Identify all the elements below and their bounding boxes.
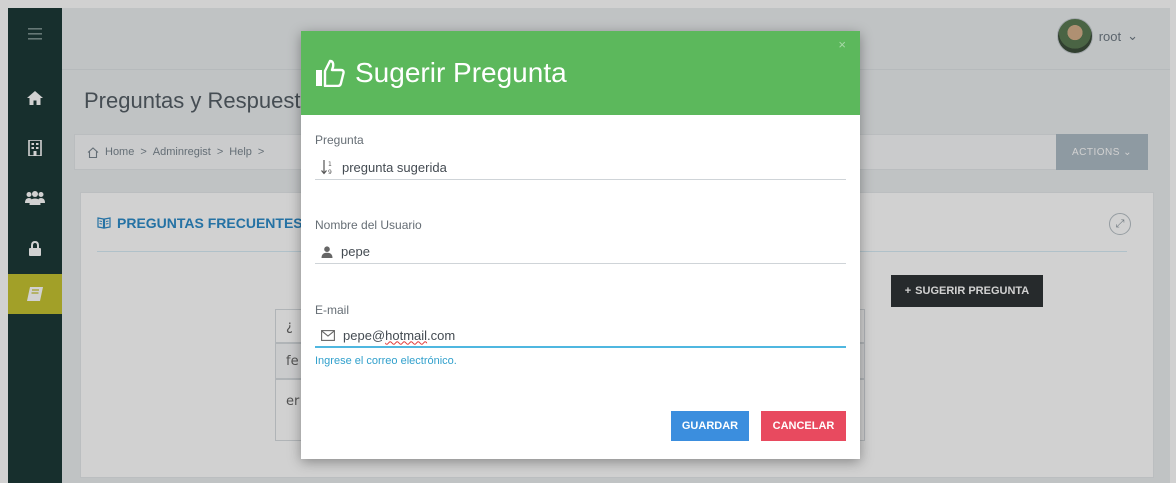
svg-text:1: 1: [328, 161, 332, 168]
email-value-user: pepe@: [343, 327, 386, 343]
thumbs-up-icon: [316, 59, 345, 87]
envelope-icon: [321, 329, 335, 341]
sort-numeric-icon: 19: [321, 160, 332, 175]
modal-title: Sugerir Pregunta: [355, 57, 567, 88]
save-button[interactable]: GUARDAR: [671, 411, 749, 441]
email-value-tld: .com: [427, 327, 456, 343]
question-value: pregunta sugerida: [342, 160, 447, 175]
email-hint: Ingrese el correo electrónico.: [315, 355, 457, 367]
svg-text:9: 9: [328, 169, 332, 175]
username-label: Nombre del Usuario: [315, 218, 422, 232]
question-label: Pregunta: [315, 133, 364, 147]
app-root: root ⌄ Preguntas y Respuestas Home > Adm…: [0, 0, 1176, 483]
question-input[interactable]: 19 pregunta sugerida: [315, 156, 846, 180]
cancel-button[interactable]: CANCELAR: [761, 411, 846, 441]
email-value-domain: hotmail: [385, 327, 428, 343]
user-icon: [321, 245, 333, 258]
username-value: pepe: [341, 244, 370, 259]
email-input[interactable]: pepe@hotmail.com: [315, 324, 846, 348]
email-value: pepe@hotmail.com: [343, 328, 455, 343]
username-input[interactable]: pepe: [315, 240, 846, 264]
modal-header: Sugerir Pregunta ×: [301, 31, 860, 115]
close-icon[interactable]: ×: [838, 37, 846, 52]
email-label: E-mail: [315, 303, 350, 317]
suggest-question-modal: Sugerir Pregunta × Pregunta 19 pregunta …: [301, 31, 860, 459]
